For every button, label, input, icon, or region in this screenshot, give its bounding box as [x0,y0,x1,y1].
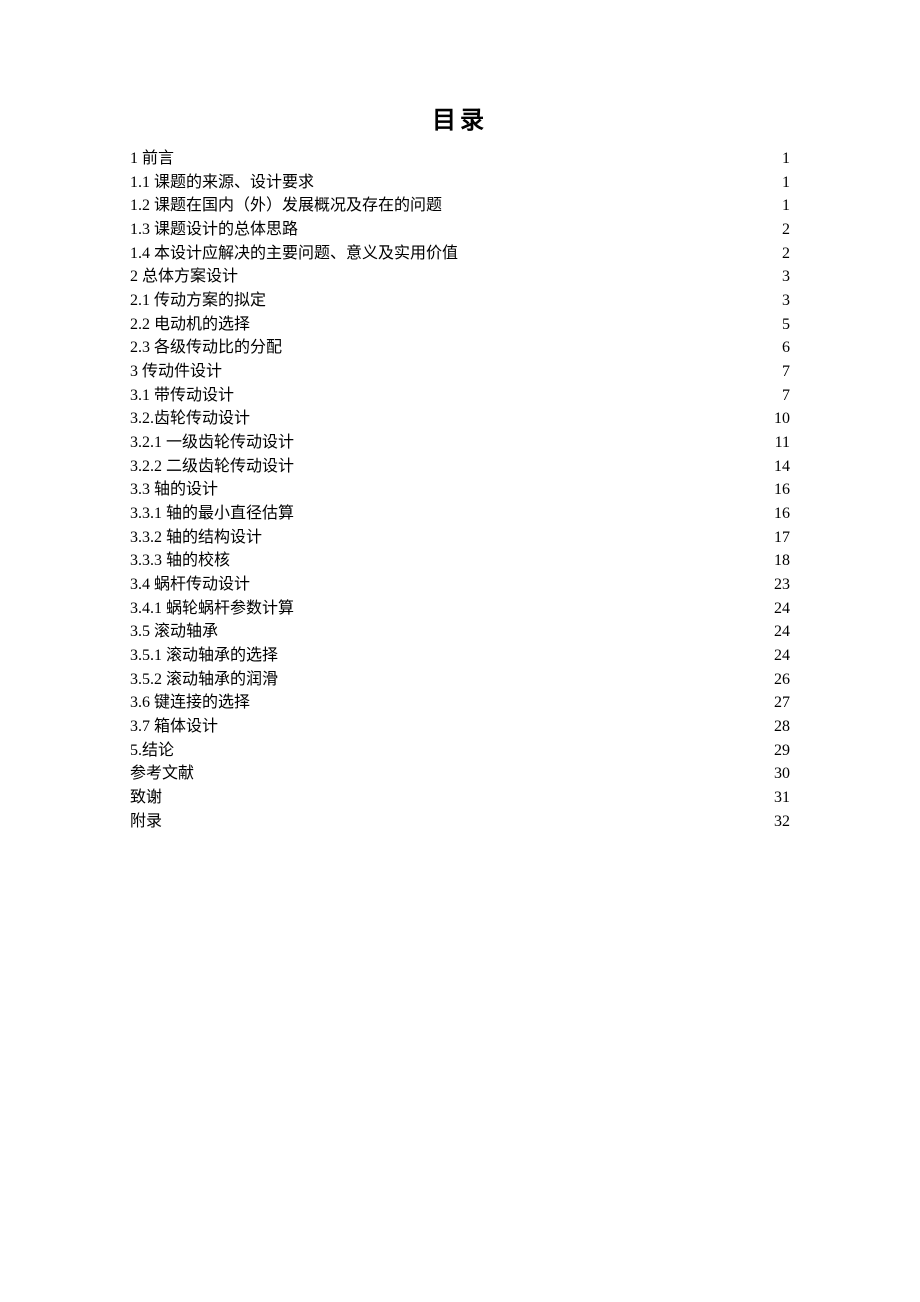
toc-entry-page: 17 [770,526,790,550]
toc-entry-label: 3.2.2 二级齿轮传动设计 [130,455,294,479]
toc-entry-page: 29 [770,739,790,763]
toc-entry: 1.1 课题的来源、设计要求 1 [130,171,790,195]
toc-entry: 3.2.1 一级齿轮传动设计 11 [130,431,790,455]
toc-entry-label: 1.4 本设计应解决的主要问题、意义及实用价值 [130,242,458,266]
toc-entry: 3.5.2 滚动轴承的润滑 26 [130,668,790,692]
toc-entry-page: 32 [770,810,790,834]
toc-entry-label: 2.2 电动机的选择 [130,313,250,337]
toc-entry: 参考文献 30 [130,762,790,786]
toc-entry-page: 26 [770,668,790,692]
toc-entry-page: 1 [770,194,790,218]
toc-entry: 3.6 键连接的选择 27 [130,691,790,715]
toc-entry: 2 总体方案设计 3 [130,265,790,289]
toc-entry-label: 2.3 各级传动比的分配 [130,336,282,360]
toc-entry-label: 3.3.3 轴的校核 [130,549,230,573]
toc-entry-page: 28 [770,715,790,739]
toc-entry: 3.3 轴的设计 16 [130,478,790,502]
toc-entry-label: 3.3 轴的设计 [130,478,218,502]
toc-entry: 附录 32 [130,810,790,834]
toc-entry-label: 3.1 带传动设计 [130,384,234,408]
toc-entry-label: 1.1 课题的来源、设计要求 [130,171,314,195]
toc-entry: 3.1 带传动设计 7 [130,384,790,408]
toc-entry-page: 11 [770,431,790,455]
toc-entry-page: 6 [770,336,790,360]
toc-entry-label: 3.4.1 蜗轮蜗杆参数计算 [130,597,294,621]
toc-container: 1 前言11.1 课题的来源、设计要求11.2 课题在国内（外）发展概况及存在的… [130,147,790,833]
toc-entry-label: 1 前言 [130,147,174,171]
toc-entry-label: 3.7 箱体设计 [130,715,218,739]
toc-entry: 3.2.齿轮传动设计 10 [130,407,790,431]
toc-entry: 3.7 箱体设计 28 [130,715,790,739]
toc-entry-page: 18 [770,549,790,573]
toc-entry-page: 3 [770,289,790,313]
toc-entry-page: 1 [770,171,790,195]
toc-entry-label: 3.4 蜗杆传动设计 [130,573,250,597]
toc-entry-page: 23 [770,573,790,597]
toc-entry: 3.2.2 二级齿轮传动设计 14 [130,455,790,479]
toc-entry-label: 2 总体方案设计 [130,265,238,289]
toc-entry-label: 3 传动件设计 [130,360,222,384]
toc-entry-page: 5 [770,313,790,337]
toc-entry: 3.5 滚动轴承 24 [130,620,790,644]
toc-entry-page: 10 [770,407,790,431]
toc-entry-page: 24 [770,644,790,668]
toc-entry: 3.4.1 蜗轮蜗杆参数计算 24 [130,597,790,621]
toc-entry-label: 1.2 课题在国内（外）发展概况及存在的问题 [130,194,442,218]
toc-entry: 3 传动件设计 7 [130,360,790,384]
toc-entry: 5.结论 29 [130,739,790,763]
toc-entry-page: 30 [770,762,790,786]
toc-entry: 1.3 课题设计的总体思路 2 [130,218,790,242]
toc-entry-label: 5.结论 [130,739,174,763]
toc-entry-label: 3.2.1 一级齿轮传动设计 [130,431,294,455]
toc-entry-page: 27 [770,691,790,715]
toc-entry-label: 附录 [130,810,162,834]
toc-entry-page: 7 [770,360,790,384]
toc-entry-label: 1.3 课题设计的总体思路 [130,218,298,242]
toc-entry-label: 3.3.1 轴的最小直径估算 [130,502,294,526]
toc-entry-page: 24 [770,597,790,621]
toc-entry-label: 3.5 滚动轴承 [130,620,218,644]
toc-entry-page: 16 [770,502,790,526]
toc-entry-page: 7 [770,384,790,408]
toc-entry-label: 3.2.齿轮传动设计 [130,407,250,431]
toc-entry-page: 2 [770,218,790,242]
toc-entry-page: 1 [770,147,790,171]
toc-entry: 3.3.2 轴的结构设计 17 [130,526,790,550]
toc-entry-page: 3 [770,265,790,289]
toc-entry: 2.2 电动机的选择 5 [130,313,790,337]
toc-entry: 1.4 本设计应解决的主要问题、意义及实用价值 2 [130,242,790,266]
toc-entry-label: 3.3.2 轴的结构设计 [130,526,262,550]
toc-entry-page: 16 [770,478,790,502]
toc-entry: 3.4 蜗杆传动设计 23 [130,573,790,597]
toc-entry-label: 3.6 键连接的选择 [130,691,250,715]
toc-entry-page: 31 [770,786,790,810]
toc-entry-label: 致谢 [130,786,162,810]
toc-entry: 致谢 31 [130,786,790,810]
toc-entry-label: 3.5.1 滚动轴承的选择 [130,644,278,668]
toc-entry: 3.5.1 滚动轴承的选择 24 [130,644,790,668]
toc-entry-label: 2.1 传动方案的拟定 [130,289,266,313]
toc-entry: 1.2 课题在国内（外）发展概况及存在的问题 1 [130,194,790,218]
toc-entry: 2.1 传动方案的拟定 3 [130,289,790,313]
toc-entry-page: 14 [770,455,790,479]
toc-entry: 2.3 各级传动比的分配 6 [130,336,790,360]
toc-entry: 3.3.1 轴的最小直径估算 16 [130,502,790,526]
toc-entry: 1 前言 1 [130,147,790,171]
toc-entry-page: 2 [770,242,790,266]
toc-entry-label: 3.5.2 滚动轴承的润滑 [130,668,278,692]
toc-entry: 3.3.3 轴的校核 18 [130,549,790,573]
toc-entry-page: 24 [770,620,790,644]
toc-title: 目录 [130,100,790,135]
toc-entry-label: 参考文献 [130,762,194,786]
